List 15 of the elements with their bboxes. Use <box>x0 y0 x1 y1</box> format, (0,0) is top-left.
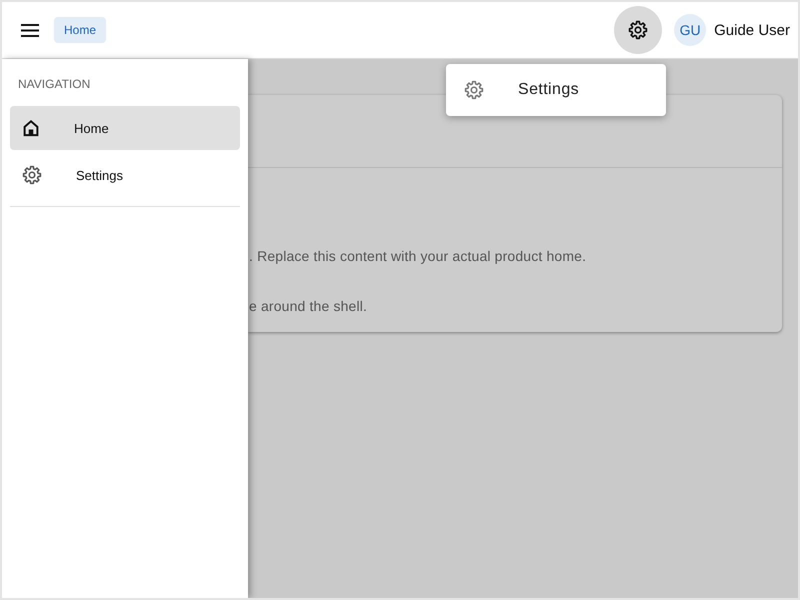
menu-item[interactable]: Settings <box>446 64 666 116</box>
body-text: e around the shell. <box>249 297 368 316</box>
nav-item[interactable]: Settings <box>10 153 240 197</box>
nav-item[interactable]: Home <box>10 106 240 150</box>
settings-icon <box>464 80 484 100</box>
nav-heading: NAVIGATION <box>17 76 92 92</box>
settings-button[interactable] <box>614 6 662 54</box>
user-name: Guide User <box>714 22 790 38</box>
menu-icon <box>21 24 39 36</box>
home-icon <box>22 119 40 137</box>
breadcrumb-chip[interactable]: Home <box>54 17 106 43</box>
body-text: . Replace this content with your actual product home. <box>249 247 588 266</box>
settings-icon <box>628 20 648 40</box>
user-avatar[interactable]: GU <box>674 14 706 46</box>
settings-icon <box>22 165 42 185</box>
